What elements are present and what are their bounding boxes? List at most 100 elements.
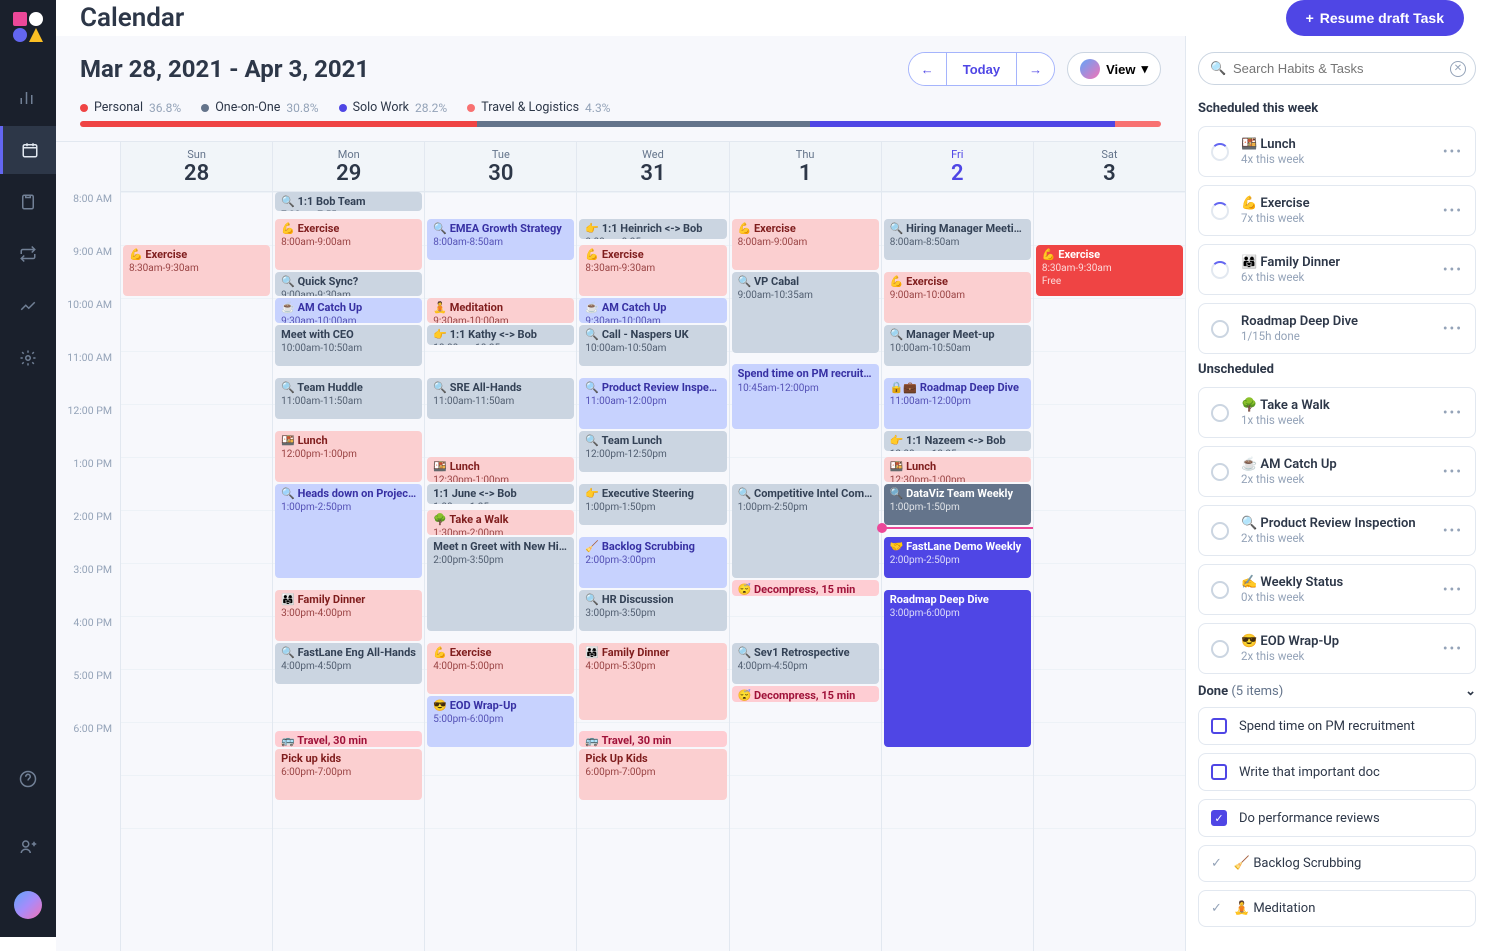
checkbox-icon[interactable]	[1211, 718, 1227, 734]
calendar-event[interactable]: 🔍 Product Review Inspection11:00am-12:00…	[579, 378, 726, 429]
calendar-event[interactable]: ☕ AM Catch Up9:30am-10:00am	[275, 298, 422, 323]
calendar-event[interactable]: Spend time on PM recruitment10:45am-12:0…	[732, 364, 879, 428]
calendar-event[interactable]: 🧹 Backlog Scrubbing2:00pm-3:00pm	[579, 537, 726, 588]
calendar-event[interactable]: 🔍 Quick Sync?9:00am-9:30am	[275, 272, 422, 297]
calendar-event[interactable]: 🔍 Call - Naspers UK10:00am-10:50am	[579, 325, 726, 367]
done-item[interactable]: ✓🧹 Backlog Scrubbing	[1198, 845, 1476, 882]
calendar-event[interactable]: 🚌 Travel, 30 min	[579, 731, 726, 747]
habit-card[interactable]: 🍱 Lunch4x this week•••	[1198, 126, 1476, 177]
calendar-event[interactable]: 🔍 VP Cabal9:00am-10:35am	[732, 272, 879, 354]
calendar-event[interactable]: 🔍 Hiring Manager Meeting8:00am-8:50am	[884, 219, 1031, 261]
calendar-event[interactable]: 👨‍👩‍👧 Family Dinner3:00pm-4:00pm	[275, 590, 422, 641]
category-item[interactable]: Travel & Logistics 4.3%	[467, 100, 610, 115]
done-item[interactable]: ✓🧘 Meditation	[1198, 890, 1476, 927]
more-icon[interactable]: •••	[1443, 321, 1463, 337]
calendar-event[interactable]: 🔍 Competitive Intel Committee1:00pm-2:50…	[732, 484, 879, 579]
next-week-button[interactable]: →	[1017, 53, 1054, 85]
calendar-event[interactable]: 🔍 DataViz Team Weekly1:00pm-1:50pm	[884, 484, 1031, 526]
calendar-event[interactable]: 🍱 Lunch12:30pm-1:00pm	[427, 457, 574, 482]
habit-card[interactable]: Roadmap Deep Dive1/15h done•••	[1198, 303, 1476, 354]
calendar-event[interactable]: Meet with CEO10:00am-10:50am	[275, 325, 422, 367]
more-icon[interactable]: •••	[1443, 405, 1463, 421]
calendar-event[interactable]: 🔍 Sev1 Retrospective4:00pm-4:50pm	[732, 643, 879, 685]
calendar-event[interactable]: 1:1 June <-> Bob1:00pm-1:25pm	[427, 484, 574, 504]
calendar-event[interactable]: 👨‍👩‍👧 Family Dinner4:00pm-5:30pm	[579, 643, 726, 721]
today-button[interactable]: Today	[946, 53, 1017, 85]
calendar-event[interactable]: 💪 Exercise8:30am-9:30am	[579, 245, 726, 296]
more-icon[interactable]: •••	[1443, 523, 1463, 539]
calendar-event[interactable]: 💪 Exercise8:30am-9:30am	[123, 245, 270, 296]
calendar-event[interactable]: 🍱 Lunch12:00pm-1:00pm	[275, 431, 422, 482]
calendar-event[interactable]: 🔍 SRE All-Hands11:00am-11:50am	[427, 378, 574, 420]
calendar-event[interactable]: 👉 1:1 Nazeem <-> Bob12:00pm-12:25pm	[884, 431, 1031, 451]
calendar-event[interactable]: 😴 Decompress, 15 min	[732, 580, 879, 596]
more-icon[interactable]: •••	[1443, 641, 1463, 657]
calendar-event[interactable]: 🔍 FastLane Eng All-Hands4:00pm-4:50pm	[275, 643, 422, 685]
done-toggle[interactable]: Done (5 items) ⌄	[1198, 684, 1476, 699]
done-item[interactable]: Spend time on PM recruitment	[1198, 707, 1476, 745]
habit-card[interactable]: 😎 EOD Wrap-Up2x this week•••	[1198, 623, 1476, 674]
calendar-event[interactable]: 🔍 EMEA Growth Strategy8:00am-8:50am	[427, 219, 574, 261]
checkbox-icon[interactable]	[1211, 764, 1227, 780]
calendar-event[interactable]: Roadmap Deep Dive3:00pm-6:00pm	[884, 590, 1031, 747]
calendar-event[interactable]: 🔍 Heads down on Project Delta1:00pm-2:50…	[275, 484, 422, 579]
calendar-event[interactable]: 🔍 Manager Meet-up10:00am-10:50am	[884, 325, 1031, 367]
more-icon[interactable]: •••	[1443, 262, 1463, 278]
calendar-event[interactable]: Pick Up Kids6:00pm-7:00pm	[579, 749, 726, 800]
habit-card[interactable]: ☕ AM Catch Up2x this week•••	[1198, 446, 1476, 497]
calendar-event[interactable]: 🚌 Travel, 30 min	[275, 731, 422, 747]
calendar-event[interactable]: 🍱 Lunch12:30pm-1:00pm	[884, 457, 1031, 482]
calendar-event[interactable]: 🔍 Team Huddle11:00am-11:50am	[275, 378, 422, 420]
calendar-event[interactable]: Pick up kids6:00pm-7:00pm	[275, 749, 422, 800]
calendar-event[interactable]: 🤝 FastLane Demo Weekly2:00pm-2:50pm	[884, 537, 1031, 579]
nav-calendar[interactable]	[0, 126, 56, 174]
calendar-event[interactable]: 👉 1:1 Kathy <-> Bob10:00am-10:25am	[427, 325, 574, 345]
resume-draft-button[interactable]: + Resume draft Task	[1286, 0, 1464, 36]
nav-team[interactable]	[19, 823, 37, 871]
done-item[interactable]: ✓Do performance reviews	[1198, 799, 1476, 837]
category-item[interactable]: Personal 36.8%	[80, 100, 181, 115]
calendar-event[interactable]: 🔍 Team Lunch12:00pm-12:50pm	[579, 431, 726, 473]
prev-week-button[interactable]: ←	[909, 53, 946, 85]
habit-card[interactable]: 🔍 Product Review Inspection2x this week•…	[1198, 505, 1476, 556]
habit-card[interactable]: 🌳 Take a Walk1x this week•••	[1198, 387, 1476, 438]
calendar-event[interactable]: 💪 Exercise8:00am-9:00am	[275, 219, 422, 270]
search-input[interactable]	[1198, 52, 1476, 85]
calendar-event[interactable]: 🔒💼 Roadmap Deep Dive11:00am-12:00pm	[884, 378, 1031, 429]
calendar-event[interactable]: 👉 Executive Steering1:00pm-1:50pm	[579, 484, 726, 526]
more-icon[interactable]: •••	[1443, 582, 1463, 598]
progress-spinner-icon	[1211, 202, 1229, 220]
checkbox-checked-icon[interactable]: ✓	[1211, 810, 1227, 826]
user-avatar[interactable]	[14, 891, 42, 919]
calendar-event[interactable]: 🔍 HR Discussion3:00pm-3:50pm	[579, 590, 726, 632]
habit-card[interactable]: 💪 Exercise7x this week•••	[1198, 185, 1476, 236]
calendar-event[interactable]: 💪 Exercise8:30am-9:30amFree	[1036, 245, 1183, 296]
habit-card[interactable]: 👨‍👩‍👧 Family Dinner6x this week•••	[1198, 244, 1476, 295]
calendar-event[interactable]: 🧘 Meditation9:30am-10:00am	[427, 298, 574, 323]
category-item[interactable]: One-on-One 30.8%	[201, 100, 318, 115]
calendar-event[interactable]: 👉 1:1 Heinrich <-> Bob8:00am-8:25am	[579, 219, 726, 239]
nav-help[interactable]	[19, 755, 37, 803]
calendar-event[interactable]: 😴 Decompress, 15 min	[732, 686, 879, 702]
nav-settings[interactable]	[0, 334, 56, 382]
more-icon[interactable]: •••	[1443, 203, 1463, 219]
clear-search-icon[interactable]: ✕	[1450, 61, 1466, 77]
category-item[interactable]: Solo Work 28.2%	[339, 100, 448, 115]
calendar-event[interactable]: 💪 Exercise4:00pm-5:00pm	[427, 643, 574, 694]
calendar-event[interactable]: ☕ AM Catch Up9:30am-10:00am	[579, 298, 726, 323]
nav-tasks[interactable]	[0, 178, 56, 226]
calendar-event[interactable]: 💪 Exercise8:00am-9:00am	[732, 219, 879, 270]
calendar-event[interactable]: 💪 Exercise9:00am-10:00am	[884, 272, 1031, 323]
nav-analytics[interactable]	[0, 74, 56, 122]
more-icon[interactable]: •••	[1443, 464, 1463, 480]
view-dropdown[interactable]: View ▾	[1067, 52, 1161, 86]
nav-trends[interactable]	[0, 282, 56, 330]
calendar-event[interactable]: 😎 EOD Wrap-Up5:00pm-6:00pm	[427, 696, 574, 747]
nav-habits[interactable]	[0, 230, 56, 278]
calendar-event[interactable]: Meet n Greet with New Hires2:00pm-3:50pm	[427, 537, 574, 632]
habit-card[interactable]: ✍️ Weekly Status0x this week•••	[1198, 564, 1476, 615]
calendar-event[interactable]: 🔍 1:1 Bob Team7:30am-7:55am	[275, 192, 422, 211]
done-item[interactable]: Write that important doc	[1198, 753, 1476, 791]
more-icon[interactable]: •••	[1443, 144, 1463, 160]
calendar-event[interactable]: 🌳 Take a Walk1:30pm-2:00pm	[427, 510, 574, 535]
